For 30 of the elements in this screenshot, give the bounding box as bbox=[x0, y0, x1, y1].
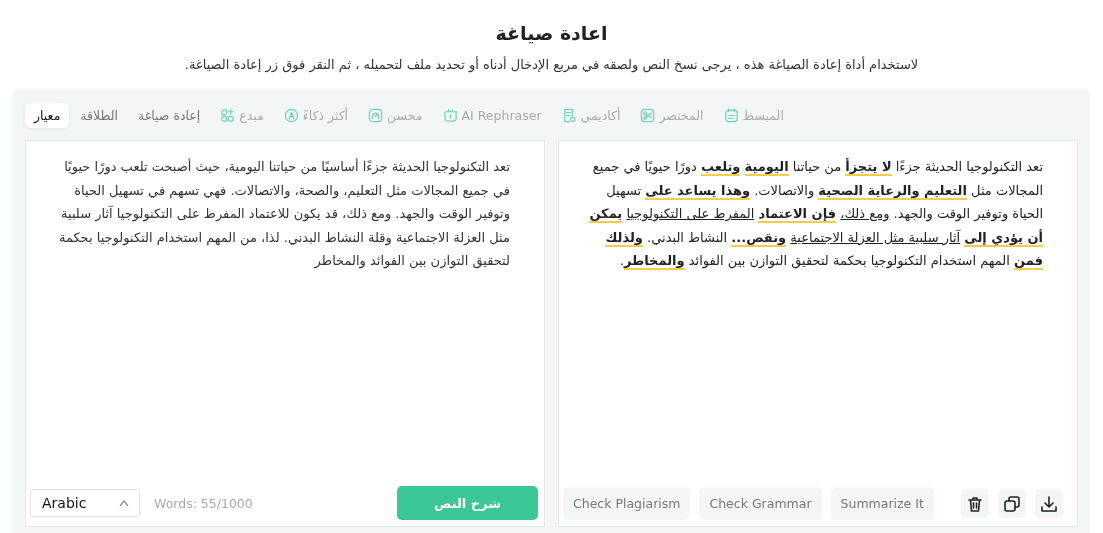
mode-tab[interactable]: معيار bbox=[25, 102, 70, 128]
mode-tab[interactable]: أكاديمي bbox=[552, 102, 630, 128]
gauge-icon bbox=[368, 107, 384, 123]
mode-tab[interactable]: AI Rephraser bbox=[433, 102, 551, 128]
page-title: اعادة صياغة bbox=[495, 22, 608, 44]
word-count: Words: 55/1000 bbox=[154, 495, 254, 511]
mode-tab[interactable]: المبسط bbox=[714, 102, 793, 128]
copy-button[interactable] bbox=[998, 489, 1026, 518]
mode-tab[interactable]: المختصر bbox=[631, 102, 713, 128]
page-subtitle: لاستخدام أداة إعادة الصياغة هذه ، يرجى نسخ النص ولصقه في مربع الإدخال أدناه أو تحديد ملف لتحميله ، ثم النقر فوق زر إعادة الصياغة. bbox=[184, 57, 919, 72]
document-icon bbox=[561, 107, 577, 123]
letter-a-icon bbox=[283, 107, 299, 123]
download-icon bbox=[1040, 494, 1058, 513]
action-button[interactable]: Check Grammar bbox=[699, 487, 822, 520]
download-button[interactable] bbox=[1035, 489, 1063, 518]
mode-tab[interactable]: أكثر ذكاءً bbox=[274, 102, 358, 128]
paraphrased-text: تعد التكنولوجيا الحديثة جزءًا لا يتجزأ من حياتنا اليومية وتلعب دورًا حيويًا في جميع المجالات مثل التعليم والرعاية الصحية والاتصالات. وهذا يساعد على تسهيل الحياة وتوفير الوقت والجهد. ومع ذلك، فإن الاعتماد المفرط على التكنولوجيا يمكن أن يؤدي إلى آثار سلبية مثل العزلة الاجتماعية ونقص... النشاط البدني. ولذلك فمن المهم استخدام التكنولوجيا بحكمة لتحقيق التوازن بين الفوائد والمخاطر. bbox=[588, 157, 1044, 273]
mode-tab[interactable]: الطلاقة bbox=[71, 102, 127, 128]
language-dropdown[interactable]: Arabic bbox=[30, 489, 140, 517]
delete-button[interactable] bbox=[961, 489, 989, 518]
action-button[interactable]: Check Plagiarism bbox=[563, 487, 691, 520]
mode-tab[interactable]: إعادة صياغة bbox=[129, 102, 210, 128]
input-text-field[interactable]: تعد التكنولوجيا الحديثة جزءًا أساسيًا من حياتنا اليومية، حيث أصبحت تلعب دورًا حيويًا في جميع المجالات مثل التعليم، والصحة، والاتصالات. فهي تسهم في تسهيل الحياة وتوفير الوقت والجهد. ومع ذلك، قد يكون للاعتماد المفرط على التكنولوجيا آثار سلبية مثل العزلة الاجتماعية وقلة النشاط البدني. لذا، من المهم استخدام التكنولوجيا بحكمة لتحقيق التوازن بين الفوائد والمخاطر bbox=[26, 141, 544, 486]
scissors-icon bbox=[640, 107, 656, 123]
mode-tab[interactable]: مبدع bbox=[211, 102, 273, 128]
caret-up-icon bbox=[119, 499, 129, 507]
action-button[interactable]: Summarize It bbox=[830, 487, 934, 520]
mode-tab[interactable]: محسن bbox=[359, 102, 432, 128]
delete-icon bbox=[966, 494, 984, 513]
copy-icon bbox=[1003, 494, 1021, 513]
